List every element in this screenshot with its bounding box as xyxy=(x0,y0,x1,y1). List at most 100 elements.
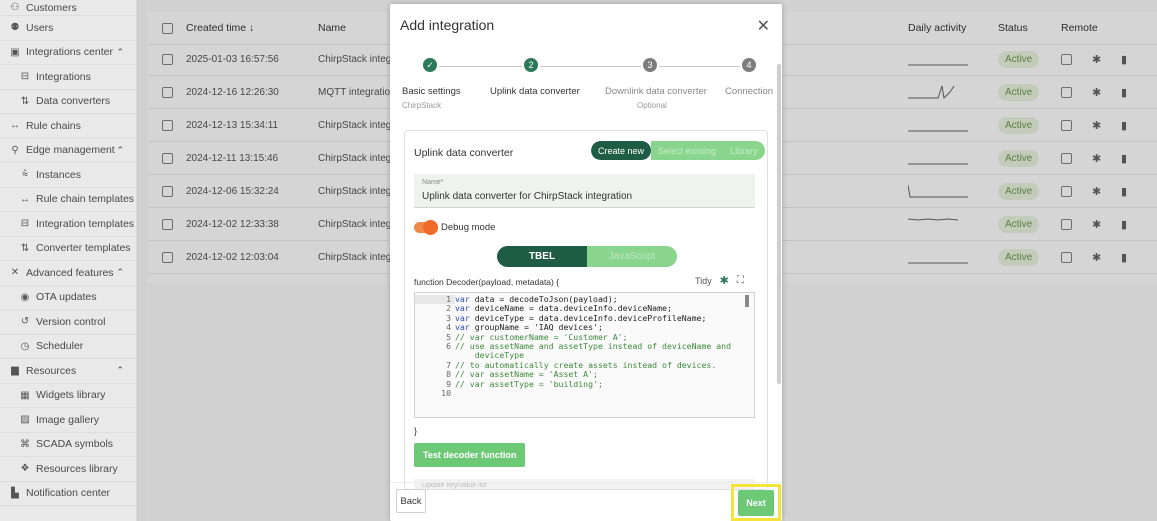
editor-tools: Tidy ✱ ⛶ xyxy=(695,274,744,287)
sidebar-item-data-converters[interactable]: ⇅ Data converters xyxy=(0,90,136,114)
converter-icon: ⇅ xyxy=(20,95,30,107)
name-label: Name* xyxy=(422,179,444,186)
javascript-button[interactable]: JavaScript xyxy=(587,246,677,267)
step-1-label[interactable]: Basic settings xyxy=(402,86,461,97)
sidebar-item-instances[interactable]: ⩯ Instances xyxy=(0,163,136,188)
customers-icon: ⚇ xyxy=(10,2,20,13)
close-icon[interactable]: ✕ xyxy=(757,16,770,36)
rule-template-icon: ↔ xyxy=(20,193,30,205)
sidebar-item-rule-chain-templates[interactable]: ↔ Rule chain templates xyxy=(0,188,136,212)
sidebar-item-label: Rule chains xyxy=(26,119,81,132)
sidebar-item-label: Advanced features xyxy=(26,266,114,279)
sidebar-item-users[interactable]: ⚉ Users xyxy=(0,16,136,41)
sidebar-item-widgets-library[interactable]: ▦ Widgets library xyxy=(0,384,136,408)
edge-icon: ⚲ xyxy=(11,144,19,156)
integration-icon: ⊟ xyxy=(20,71,30,83)
sidebar-item-label: Resources library xyxy=(36,462,118,475)
debug-mode-toggle[interactable]: Debug mode xyxy=(414,220,495,235)
stepper: ✓ Basic settings ChirpStack 2 Uplink data co… xyxy=(390,58,782,118)
sidebar-item-label: Integrations center xyxy=(26,46,113,59)
chevron-up-icon[interactable]: ⌃ xyxy=(116,145,124,156)
integration-template-icon: ⊟ xyxy=(20,218,30,230)
integrations-icon: ▣ xyxy=(10,46,20,58)
tbel-button[interactable]: TBEL xyxy=(497,246,587,267)
back-button[interactable]: Back xyxy=(396,489,426,513)
sidebar: ⚇ Customers ⚉ Users ▣ Integrations center ⌃ ⊟ In… xyxy=(0,0,137,521)
sidebar-item-label: Users xyxy=(26,21,54,34)
sidebar-item-advanced-features[interactable]: ✕ Advanced features ⌃ xyxy=(0,261,136,286)
step-2-label[interactable]: Uplink data converter xyxy=(490,86,580,97)
resources-icon: ▆ xyxy=(11,365,19,377)
step-3-sublabel: Optional xyxy=(637,101,667,110)
converter-source-toggle: Create new Select existing Library xyxy=(591,141,765,160)
editor-scrollbar[interactable] xyxy=(745,295,749,307)
sidebar-item-label: Version control xyxy=(36,315,106,328)
advanced-icon: ✕ xyxy=(10,267,20,279)
sidebar-item-integrations-center[interactable]: ▣ Integrations center ⌃ xyxy=(0,41,136,65)
sidebar-item-resources-library[interactable]: ❖ Resources library xyxy=(0,457,136,482)
sidebar-item-integration-templates[interactable]: ⊟ Integration templates xyxy=(0,212,136,237)
create-new-button[interactable]: Create new xyxy=(591,141,652,160)
bug-icon[interactable]: ✱ xyxy=(720,274,729,287)
function-close: } xyxy=(414,426,418,436)
sidebar-item-label: Scheduler xyxy=(36,340,84,353)
ota-icon: ◉ xyxy=(20,291,30,303)
sidebar-item-label: Widgets library xyxy=(36,389,106,402)
sidebar-item-integrations[interactable]: ⊟ Integrations xyxy=(0,65,136,90)
step-4-label[interactable]: Connection xyxy=(725,86,773,97)
sidebar-item-rule-chains[interactable]: ↔ Rule chains xyxy=(0,114,136,139)
fullscreen-icon[interactable]: ⛶ xyxy=(737,275,744,286)
sidebar-item-converter-templates[interactable]: ⇅ Converter templates xyxy=(0,237,136,261)
line-number: 10 xyxy=(441,388,451,399)
sidebar-item-scheduler[interactable]: ◷ Scheduler xyxy=(0,335,136,359)
sidebar-item-label: Integrations xyxy=(36,70,91,83)
scheduler-icon: ◷ xyxy=(20,340,30,352)
sidebar-item-resources[interactable]: ▆ Resources ⌃ xyxy=(0,359,136,384)
sidebar-item-label: Converter templates xyxy=(36,242,131,255)
widgets-icon: ▦ xyxy=(20,389,30,401)
select-existing-button[interactable]: Select existing xyxy=(651,141,724,160)
code-editor[interactable]: 1 var data = decodeToJson(payload); 2 var d… xyxy=(414,292,755,418)
sidebar-item-label: SCADA symbols xyxy=(36,438,114,451)
chevron-up-icon[interactable]: ⌃ xyxy=(116,267,124,278)
chevron-up-icon[interactable]: ⌃ xyxy=(116,47,124,58)
tidy-button[interactable]: Tidy xyxy=(695,276,712,286)
version-icon: ↺ xyxy=(20,316,30,328)
sidebar-item-notification-center[interactable]: ▙ Notification center xyxy=(0,482,136,506)
add-integration-dialog: Add integration ✕ ✓ Basic settings ChirpSt… xyxy=(390,4,782,521)
toggle-switch-icon[interactable] xyxy=(414,220,438,235)
sidebar-item-version-control[interactable]: ↺ Version control xyxy=(0,310,136,335)
step-4-indicator: 4 xyxy=(742,58,756,72)
sidebar-item-edge-management[interactable]: ⚲ Edge management ⌃ xyxy=(0,139,136,163)
code-line: 9// var assetType = 'building'; xyxy=(415,378,754,389)
code-text: // var assetType = 'building'; xyxy=(455,378,603,389)
sidebar-item-label: OTA updates xyxy=(36,291,97,304)
sidebar-item-label: Data converters xyxy=(36,95,111,108)
uplink-converter-card: Uplink data converter Create new Select … xyxy=(404,130,768,490)
stepper-connector xyxy=(439,66,522,67)
sidebar-item-image-gallery[interactable]: ▨ Image gallery xyxy=(0,408,136,433)
sidebar-item-ota-updates[interactable]: ◉ OTA updates xyxy=(0,286,136,310)
step-2-indicator: 2 xyxy=(524,58,538,72)
sidebar-item-label: Image gallery xyxy=(36,413,100,426)
step-1-indicator: ✓ xyxy=(423,58,437,72)
converter-name-input[interactable]: Name* Uplink data converter for ChirpSta… xyxy=(414,174,755,208)
library-icon: ❖ xyxy=(20,463,30,475)
sidebar-item-label: Rule chain templates xyxy=(36,193,135,206)
library-button[interactable]: Library xyxy=(723,141,765,160)
sidebar-item-scada-symbols[interactable]: ⌘ SCADA symbols xyxy=(0,433,136,457)
card-title: Uplink data converter xyxy=(414,147,514,159)
step-3-indicator: 3 xyxy=(643,58,657,72)
step-3-label[interactable]: Downlink data converter xyxy=(605,86,707,97)
next-highlight: Next xyxy=(731,484,781,521)
sidebar-item-label: Resources xyxy=(26,364,77,377)
sidebar-item-customers[interactable]: ⚇ Customers xyxy=(0,0,136,16)
dialog-scrollbar[interactable] xyxy=(777,64,781,384)
sidebar-item-label: Customers xyxy=(26,1,77,14)
test-decoder-button[interactable]: Test decoder function xyxy=(414,443,526,467)
next-button[interactable]: Next xyxy=(738,489,774,516)
sidebar-item-label: Notification center xyxy=(26,487,111,500)
stepper-connector xyxy=(659,66,740,67)
converter-template-icon: ⇅ xyxy=(20,242,30,254)
chevron-up-icon[interactable]: ⌃ xyxy=(116,365,124,376)
